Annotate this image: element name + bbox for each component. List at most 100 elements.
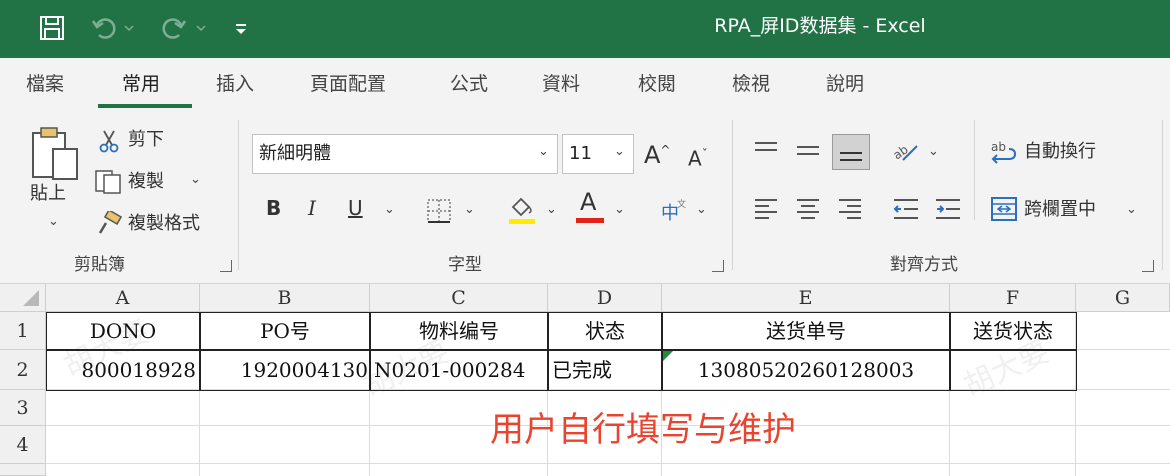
customize-quick-access-icon[interactable]: [228, 12, 254, 44]
font-color-dropdown-icon[interactable]: ⌄: [614, 202, 625, 217]
column-header-g[interactable]: G: [1076, 284, 1170, 312]
cut-icon[interactable]: [96, 128, 122, 154]
wrap-text-button[interactable]: 自動換行: [1024, 140, 1096, 164]
fill-color-icon[interactable]: [506, 192, 538, 226]
maintenance-note: 用户自行填写与维护: [490, 410, 796, 450]
borders-dropdown-icon[interactable]: ⌄: [464, 202, 475, 217]
window-title: RPA_屏ID数据集 - Excel: [714, 15, 926, 37]
cell-b1[interactable]: PO号: [200, 312, 370, 350]
cell-d2[interactable]: 已完成: [548, 350, 662, 390]
cell-f2[interactable]: [950, 350, 1076, 390]
svg-text:ab: ab: [891, 142, 911, 162]
alignment-dialog-launcher-icon[interactable]: [1142, 260, 1154, 272]
font-name-combo[interactable]: 新細明體: [252, 134, 558, 174]
clipboard-dialog-launcher-icon[interactable]: [220, 260, 232, 272]
tab-page-layout[interactable]: 頁面配置: [310, 70, 386, 98]
font-size-dropdown-icon[interactable]: ⌄: [614, 144, 625, 159]
font-dialog-launcher-icon[interactable]: [712, 260, 724, 272]
cell-c1[interactable]: 物料编号: [370, 312, 548, 350]
cell-d1[interactable]: 状态: [548, 312, 662, 350]
ribbon-tabs: 檔案 常用 插入 頁面配置 公式 資料 校閱 檢視 說明: [0, 58, 1170, 110]
format-painter-button[interactable]: 複製格式: [128, 212, 200, 236]
copy-dropdown-icon[interactable]: ⌄: [190, 172, 201, 187]
cell-e1[interactable]: 送货单号: [662, 312, 950, 350]
column-header-b[interactable]: B: [200, 284, 370, 312]
cell-f1[interactable]: 送货状态: [950, 312, 1076, 350]
align-center-icon[interactable]: [792, 194, 824, 224]
cell-c2[interactable]: N0201-000284: [370, 350, 548, 390]
increase-indent-icon[interactable]: [932, 194, 964, 224]
paste-button[interactable]: 貼上: [30, 182, 66, 206]
paste-icon[interactable]: [26, 124, 84, 186]
gridline: [46, 463, 1170, 464]
cut-button[interactable]: 剪下: [128, 128, 164, 152]
align-bottom-icon[interactable]: [832, 134, 870, 170]
align-middle-icon[interactable]: [792, 136, 824, 166]
undo-icon[interactable]: [88, 12, 138, 44]
clipboard-group-label: 剪貼簿: [74, 255, 125, 275]
select-all-corner[interactable]: [0, 284, 46, 312]
separator: [732, 120, 733, 270]
underline-button[interactable]: U: [348, 196, 363, 220]
font-size-value: 11: [569, 143, 592, 164]
merge-center-button[interactable]: 跨欄置中: [1024, 198, 1096, 222]
tab-insert[interactable]: 插入: [216, 70, 254, 98]
row-header-1[interactable]: 1: [0, 312, 46, 350]
align-left-icon[interactable]: [750, 194, 782, 224]
separator: [1162, 120, 1163, 270]
column-header-c[interactable]: C: [370, 284, 548, 312]
tab-home[interactable]: 常用: [122, 70, 160, 98]
column-header-a[interactable]: A: [46, 284, 200, 312]
row-header-2[interactable]: 2: [0, 350, 46, 390]
font-color-icon[interactable]: A: [580, 190, 596, 214]
column-header-d[interactable]: D: [548, 284, 662, 312]
cell-e2[interactable]: 13080520260128003: [662, 350, 950, 390]
ribbon: 貼上 ⌄ 剪下 複製 ⌄ 複製格式 剪貼簿 新細明體 ⌄ 11 ⌄ A^ Aˇ …: [0, 110, 1170, 284]
decrease-indent-icon[interactable]: [890, 194, 922, 224]
row-header-3[interactable]: 3: [0, 390, 46, 426]
align-top-icon[interactable]: [750, 136, 782, 166]
underline-dropdown-icon[interactable]: ⌄: [384, 202, 395, 217]
tab-review[interactable]: 校閱: [638, 70, 676, 98]
svg-text:ab: ab: [991, 140, 1006, 154]
tab-view[interactable]: 檢視: [732, 70, 770, 98]
font-color-swatch: [576, 218, 604, 223]
orientation-icon[interactable]: ab: [890, 134, 922, 168]
active-tab-indicator: [98, 104, 192, 108]
shrink-font-icon[interactable]: Aˇ: [688, 142, 708, 171]
merge-dropdown-icon[interactable]: ⌄: [1126, 202, 1137, 217]
row-header-5[interactable]: [0, 464, 46, 476]
save-icon[interactable]: [34, 12, 70, 44]
merge-center-icon[interactable]: [988, 194, 1020, 224]
format-painter-icon[interactable]: [94, 210, 126, 238]
italic-button[interactable]: I: [308, 196, 316, 220]
font-name-dropdown-icon[interactable]: ⌄: [538, 144, 549, 159]
phonetic-dropdown-icon[interactable]: ⌄: [696, 202, 707, 217]
tab-file[interactable]: 檔案: [26, 70, 64, 98]
tab-help[interactable]: 說明: [826, 70, 864, 98]
error-indicator-icon[interactable]: [663, 351, 673, 361]
column-header-f[interactable]: F: [950, 284, 1076, 312]
worksheet-grid[interactable]: 胡大要 胡大要 胡大要 A B C D E F G 1 2 3 4 DONO P…: [0, 284, 1170, 476]
align-right-icon[interactable]: [834, 194, 866, 224]
separator: [974, 120, 975, 220]
column-header-e[interactable]: E: [662, 284, 950, 312]
wrap-text-icon[interactable]: ab: [988, 136, 1020, 168]
fill-color-dropdown-icon[interactable]: ⌄: [546, 202, 557, 217]
cell-a2[interactable]: 800018928: [46, 350, 200, 390]
tab-formulas[interactable]: 公式: [450, 70, 488, 98]
cell-b2[interactable]: 1920004130: [200, 350, 370, 390]
grow-font-icon[interactable]: A^: [644, 138, 670, 167]
row-header-4[interactable]: 4: [0, 426, 46, 464]
orientation-dropdown-icon[interactable]: ⌄: [928, 144, 939, 159]
svg-text:文: 文: [677, 198, 686, 210]
bold-button[interactable]: B: [266, 196, 281, 220]
cell-a1[interactable]: DONO: [46, 312, 200, 350]
tab-data[interactable]: 資料: [542, 70, 580, 98]
phonetic-guide-icon[interactable]: 中文: [658, 196, 688, 226]
borders-icon[interactable]: [424, 196, 454, 226]
copy-icon[interactable]: [92, 168, 126, 196]
paste-dropdown-icon[interactable]: ⌄: [48, 214, 59, 229]
copy-button[interactable]: 複製: [128, 170, 164, 194]
redo-icon[interactable]: [156, 12, 210, 44]
